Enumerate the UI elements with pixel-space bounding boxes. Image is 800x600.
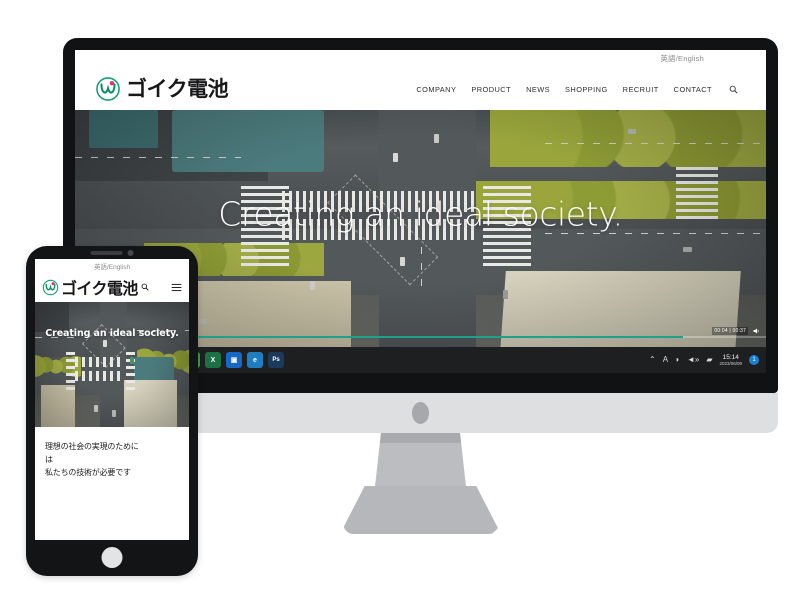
phone-speaker-icon (90, 251, 123, 255)
nav-item-contact[interactable]: CONTACT (674, 85, 712, 94)
phone-language-bar: 英語/English (35, 259, 189, 272)
system-tray: ⌃ A ◗ ◄» ▰ 15:14 2023/06/09 1 (649, 354, 761, 367)
phone-screen: 英語/English ゴイク電池 Creating an ideal socie… (35, 259, 189, 540)
video-controls: 00:04 | 00:37 (712, 327, 760, 335)
photoshop-icon[interactable]: Ps (268, 352, 284, 368)
clock-date: 2023/06/09 (719, 361, 742, 367)
onedrive-icon[interactable]: ▣ (226, 352, 242, 368)
site-header: ゴイク電池 COMPANY PRODUCT NEWS SHOPPING RECR… (75, 68, 766, 110)
phone-home-button[interactable] (101, 547, 123, 568)
language-toggle-link[interactable]: 英語/English (660, 53, 704, 64)
hero-headline: Creating an ideal society. (218, 194, 623, 234)
chevron-up-icon[interactable]: ⌃ (649, 355, 656, 364)
phone-copy-block: 理想の社会の実現のために は 私たちの技術が必要です (35, 427, 189, 540)
volume-icon[interactable]: ◄» (687, 355, 699, 364)
monitor-stand-neck (374, 433, 467, 491)
speaker-icon[interactable] (752, 327, 760, 335)
phone-copy-line-1: 理想の社会の実現のために (45, 442, 139, 451)
wifi-icon[interactable]: ◗ (675, 355, 680, 364)
taskbar-clock[interactable]: 15:14 2023/06/09 (719, 354, 742, 367)
phone-notch (90, 250, 134, 256)
network-icon[interactable]: ▰ (706, 355, 712, 364)
nav-item-shopping[interactable]: SHOPPING (565, 85, 608, 94)
nav-item-recruit[interactable]: RECRUIT (623, 85, 659, 94)
video-timecode: 00:04 | 00:37 (712, 327, 748, 335)
phone-camera-icon (127, 250, 134, 256)
phone-site-header: ゴイク電池 (35, 272, 189, 302)
phone-circle-w-mark-logo-icon (42, 279, 59, 295)
phone-body: 英語/English ゴイク電池 Creating an ideal socie… (26, 246, 198, 576)
phone-aerial-city-photo (35, 302, 189, 427)
language-bar: 英語/English (75, 50, 766, 68)
monitor-stand-base (343, 486, 498, 534)
excel-icon[interactable]: X (205, 352, 221, 368)
clock-time: 15:14 (722, 353, 739, 361)
notification-badge[interactable]: 1 (749, 354, 759, 365)
hamburger-menu-icon[interactable] (171, 283, 182, 292)
phone-brand-name-text: ゴイク電池 (61, 279, 138, 298)
phone-hero-headline: Creating an ideal society. (45, 328, 179, 339)
nav-item-news[interactable]: NEWS (526, 85, 550, 94)
nav-item-company[interactable]: COMPANY (416, 85, 456, 94)
brand-name-text: ゴイク電池 (126, 76, 229, 101)
brand-logo[interactable]: ゴイク電池 (95, 76, 229, 102)
phone-hero-section: Creating an ideal society. (35, 302, 189, 427)
phone-mockup: 英語/English ゴイク電池 Creating an ideal socie… (26, 246, 198, 576)
monitor-logo-icon (412, 402, 429, 424)
phone-brand-logo[interactable]: ゴイク電池 (42, 275, 171, 299)
circle-w-mark-logo-icon (96, 77, 120, 101)
phone-language-toggle-link[interactable]: 英語/English (94, 261, 130, 271)
main-navigation: COMPANY PRODUCT NEWS SHOPPING RECRUIT CO… (416, 85, 738, 94)
search-icon[interactable] (729, 85, 738, 94)
edge-secondary-icon[interactable]: e (247, 352, 263, 368)
phone-copy-line-2: は (45, 454, 53, 464)
ime-indicator-icon[interactable]: A (663, 355, 668, 364)
nav-item-product[interactable]: PRODUCT (471, 85, 511, 94)
phone-copy-line-3: 私たちの技術が必要です (45, 467, 131, 477)
phone-search-icon[interactable] (141, 283, 149, 291)
mockup-stage: 英語/English ゴイク電池 COMPANY PRODUCT NEWS SH… (0, 0, 800, 600)
